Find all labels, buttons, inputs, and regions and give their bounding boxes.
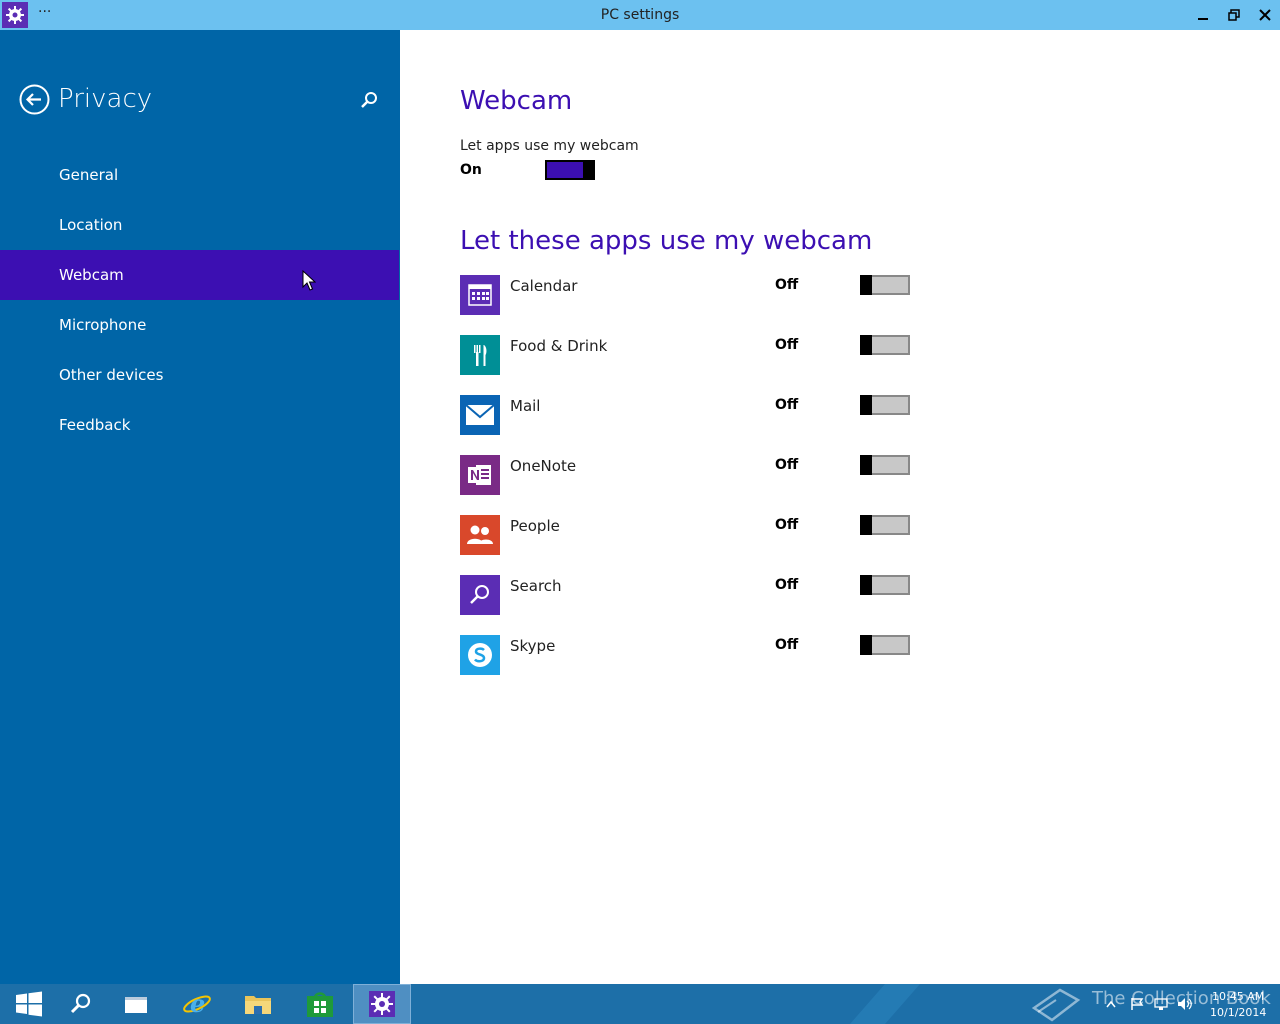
sidebar-item-label: Webcam [59, 266, 124, 284]
svg-text:e: e [190, 989, 205, 1018]
close-button[interactable] [1249, 0, 1280, 30]
network-icon[interactable] [1150, 984, 1172, 1024]
food-drink-toggle[interactable] [860, 335, 910, 355]
clock-time[interactable]: 10:45 AM [1212, 990, 1264, 1003]
toggle-thumb [583, 160, 595, 180]
book-watermark-icon [1031, 988, 1081, 1022]
app-state: Off [775, 637, 799, 653]
app-state: Off [775, 397, 799, 413]
show-hidden-icons-icon[interactable] [1100, 984, 1122, 1024]
file-explorer-icon[interactable] [229, 984, 287, 1024]
sidebar-item-feedback[interactable]: Feedback [0, 400, 399, 450]
title-bar: ··· PC settings [0, 0, 1280, 30]
skype-icon [460, 635, 500, 675]
taskbar-search-icon[interactable] [52, 984, 110, 1024]
app-row-mail: Mail Off [460, 395, 920, 435]
envelope-icon [460, 395, 500, 435]
internet-explorer-icon[interactable]: e [168, 984, 226, 1024]
app-name: Food & Drink [510, 337, 608, 355]
task-view-icon[interactable] [108, 984, 166, 1024]
sidebar: Privacy General Location Webcam Micropho… [0, 30, 400, 984]
toggle-thumb [860, 275, 872, 295]
back-arrow-icon[interactable] [19, 84, 50, 115]
app-row-people: People Off [460, 515, 920, 555]
sidebar-item-label: Microphone [59, 316, 147, 334]
app-name: OneNote [510, 457, 577, 475]
page-title: Webcam [460, 86, 573, 116]
toggle-thumb [860, 455, 872, 475]
app-name: Skype [510, 637, 556, 655]
app-row-skype: Skype Off [460, 635, 920, 675]
app-state: Off [775, 277, 799, 293]
sidebar-item-general[interactable]: General [0, 150, 399, 200]
app-state: Off [775, 517, 799, 533]
onenote-toggle[interactable] [860, 455, 910, 475]
toggle-thumb [860, 575, 872, 595]
sidebar-item-label: General [59, 166, 119, 184]
calendar-toggle[interactable] [860, 275, 910, 295]
minimize-button[interactable] [1187, 0, 1218, 30]
people-icon [460, 515, 500, 555]
sidebar-item-label: Feedback [59, 416, 131, 434]
toggle-thumb [860, 335, 872, 355]
search-toggle[interactable] [860, 575, 910, 595]
restore-button[interactable] [1218, 0, 1249, 30]
store-icon[interactable] [291, 984, 349, 1024]
action-center-flag-icon[interactable] [1126, 984, 1148, 1024]
fork-knife-icon [460, 335, 500, 375]
sidebar-item-label: Other devices [59, 366, 164, 384]
sidebar-item-microphone[interactable]: Microphone [0, 300, 399, 350]
sidebar-item-label: Location [59, 216, 123, 234]
app-row-onenote: OneNote Off [460, 455, 920, 495]
toggle-thumb [860, 395, 872, 415]
decorative-stripe-icon [850, 984, 920, 1024]
app-row-search: Search Off [460, 575, 920, 615]
pc-settings-taskbar-icon[interactable] [353, 984, 411, 1024]
app-state: Off [775, 577, 799, 593]
master-toggle-state: On [460, 162, 482, 178]
mail-toggle[interactable] [860, 395, 910, 415]
clock-date[interactable]: 10/1/2014 [1210, 1006, 1266, 1019]
people-toggle[interactable] [860, 515, 910, 535]
taskbar: e The Collection Book 10:45 AM 10/1/2014 [0, 984, 1280, 1024]
calendar-icon [460, 275, 500, 315]
app-state: Off [775, 337, 799, 353]
app-name: Mail [510, 397, 541, 415]
app-name: Calendar [510, 277, 578, 295]
app-name: People [510, 517, 560, 535]
start-windows-icon[interactable] [0, 984, 58, 1024]
window-title: PC settings [600, 7, 680, 23]
apps-section-title: Let these apps use my webcam [460, 226, 873, 256]
app-name: Search [510, 577, 562, 595]
master-webcam-toggle[interactable] [545, 160, 595, 180]
sidebar-item-location[interactable]: Location [0, 200, 399, 250]
toggle-thumb [860, 515, 872, 535]
app-row-calendar: Calendar Off [460, 275, 920, 315]
onenote-icon [460, 455, 500, 495]
skype-toggle[interactable] [860, 635, 910, 655]
sidebar-item-other-devices[interactable]: Other devices [0, 350, 399, 400]
search-icon[interactable] [359, 90, 379, 110]
mouse-cursor-icon [302, 269, 317, 292]
toggle-thumb [860, 635, 872, 655]
magnifier-icon [460, 575, 500, 615]
app-state: Off [775, 457, 799, 473]
sidebar-title: Privacy [58, 84, 153, 114]
master-toggle-label: Let apps use my webcam [460, 138, 639, 154]
volume-icon[interactable] [1174, 984, 1196, 1024]
app-row-food-drink: Food & Drink Off [460, 335, 920, 375]
sidebar-item-webcam[interactable]: Webcam [0, 250, 399, 300]
